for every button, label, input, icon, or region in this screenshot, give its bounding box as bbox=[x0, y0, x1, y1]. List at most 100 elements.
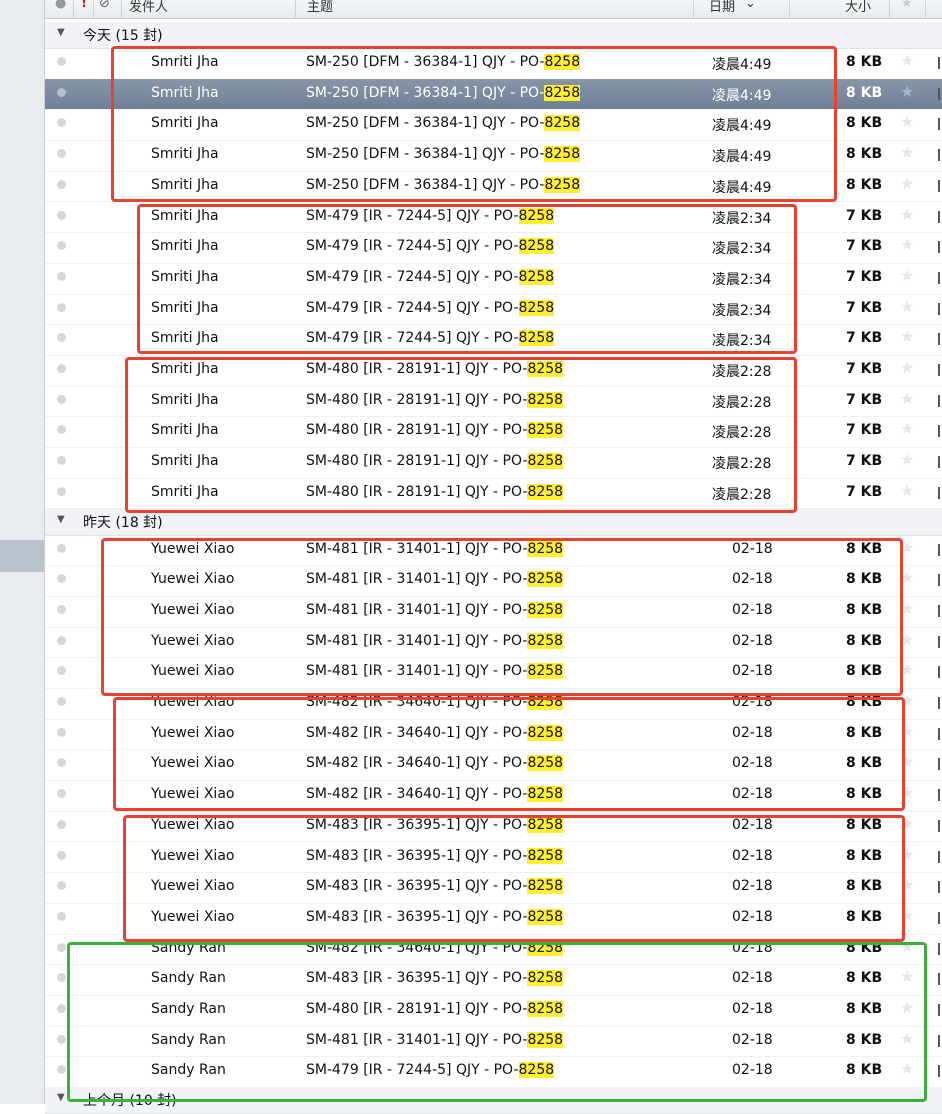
table-row[interactable]: Smriti Jha SM-250 [DFM - 36384-1] QJY - P… bbox=[45, 78, 942, 111]
unread-dot-icon[interactable] bbox=[57, 727, 66, 737]
table-row[interactable]: Sandy Ran SM-481 [IR - 31401-1] QJY - PO-… bbox=[45, 1026, 942, 1058]
star-icon[interactable]: ★ bbox=[900, 358, 914, 377]
unread-dot-icon[interactable] bbox=[57, 179, 66, 189]
unread-dot-icon[interactable] bbox=[57, 789, 66, 799]
unread-dot-icon[interactable] bbox=[57, 241, 66, 251]
table-row[interactable]: Yuewei Xiao SM-482 [IR - 34640-1] QJY - P… bbox=[45, 688, 942, 720]
read-status-column-icon[interactable]: ● bbox=[55, 0, 66, 11]
star-icon[interactable]: ★ bbox=[900, 845, 914, 864]
unread-dot-icon[interactable] bbox=[57, 210, 66, 220]
date-group-header[interactable]: ▼ 上个月 (10 封) bbox=[45, 1087, 942, 1114]
from-column-header[interactable]: 发件人 bbox=[129, 0, 168, 15]
unread-dot-icon[interactable] bbox=[57, 394, 66, 404]
table-row[interactable]: Yuewei Xiao SM-481 [IR - 31401-1] QJY - P… bbox=[45, 565, 942, 597]
table-row[interactable]: Yuewei Xiao SM-483 [IR - 36395-1] QJY - P… bbox=[45, 842, 942, 874]
star-icon[interactable]: ★ bbox=[900, 691, 914, 710]
star-column-icon[interactable]: ★ bbox=[901, 0, 913, 11]
table-row[interactable]: Smriti Jha SM-480 [IR - 28191-1] QJY - PO… bbox=[45, 386, 942, 418]
date-group-header[interactable]: ▼ 今天 (15 封) bbox=[45, 22, 942, 49]
star-icon[interactable]: ★ bbox=[900, 660, 914, 679]
table-row[interactable]: Smriti Jha SM-480 [IR - 28191-1] QJY - PO… bbox=[45, 416, 942, 449]
star-icon[interactable]: ★ bbox=[900, 875, 914, 894]
unread-dot-icon[interactable] bbox=[57, 850, 66, 860]
unread-dot-icon[interactable] bbox=[57, 364, 66, 373]
attachment-column-icon[interactable]: ⊘ bbox=[99, 0, 110, 11]
table-row[interactable]: Yuewei Xiao SM-482 [IR - 34640-1] QJY - P… bbox=[45, 719, 942, 751]
unread-dot-icon[interactable] bbox=[57, 87, 66, 97]
collapse-triangle-icon[interactable]: ▼ bbox=[57, 27, 65, 38]
table-row[interactable]: Smriti Jha SM-480 [IR - 28191-1] QJY - PO… bbox=[45, 355, 942, 387]
table-row[interactable]: Smriti Jha SM-479 [IR - 7244-5] QJY - PO-… bbox=[45, 232, 942, 264]
star-icon[interactable]: ★ bbox=[900, 297, 914, 316]
star-icon[interactable]: ★ bbox=[900, 205, 914, 224]
star-icon[interactable]: ★ bbox=[900, 1029, 914, 1048]
unread-dot-icon[interactable] bbox=[57, 604, 66, 614]
star-icon[interactable]: ★ bbox=[900, 752, 914, 771]
date-group-header[interactable]: ▼ 昨天 (18 封) bbox=[45, 508, 942, 536]
table-row[interactable]: Yuewei Xiao SM-481 [IR - 31401-1] QJY - P… bbox=[45, 535, 942, 567]
collapse-triangle-icon[interactable]: ▼ bbox=[57, 514, 65, 525]
star-icon[interactable]: ★ bbox=[900, 481, 914, 500]
star-icon[interactable]: ★ bbox=[900, 419, 914, 438]
unread-dot-icon[interactable] bbox=[57, 486, 66, 496]
star-icon[interactable]: ★ bbox=[900, 906, 914, 925]
table-row[interactable]: Smriti Jha SM-479 [IR - 7244-5] QJY - PO-… bbox=[45, 294, 942, 326]
table-row[interactable]: Smriti Jha SM-479 [IR - 7244-5] QJY - PO-… bbox=[45, 263, 942, 295]
star-icon[interactable]: ★ bbox=[900, 967, 914, 986]
star-icon[interactable]: ★ bbox=[900, 538, 914, 557]
unread-dot-icon[interactable] bbox=[57, 543, 66, 553]
star-icon[interactable]: ★ bbox=[900, 937, 914, 956]
table-row[interactable]: Smriti Jha SM-480 [IR - 28191-1] QJY - PO… bbox=[45, 447, 942, 479]
table-row[interactable]: Smriti Jha SM-480 [IR - 28191-1] QJY - PO… bbox=[45, 478, 942, 510]
table-row[interactable]: Smriti Jha SM-250 [DFM - 36384-1] QJY - P… bbox=[45, 171, 942, 203]
collapse-triangle-icon[interactable]: ▼ bbox=[57, 1092, 65, 1103]
priority-column-header[interactable]: ! bbox=[81, 0, 87, 11]
table-row[interactable]: Yuewei Xiao SM-482 [IR - 34640-1] QJY - P… bbox=[45, 749, 942, 782]
star-icon[interactable]: ★ bbox=[900, 51, 914, 70]
star-icon[interactable]: ★ bbox=[900, 174, 914, 193]
star-icon[interactable]: ★ bbox=[900, 82, 914, 101]
star-icon[interactable]: ★ bbox=[900, 112, 914, 131]
star-icon[interactable]: ★ bbox=[900, 327, 914, 346]
table-row[interactable]: Smriti Jha SM-250 [DFM - 36384-1] QJY - P… bbox=[45, 48, 942, 80]
star-icon[interactable]: ★ bbox=[900, 389, 914, 408]
table-row[interactable]: Smriti Jha SM-250 [DFM - 36384-1] QJY - P… bbox=[45, 140, 942, 172]
star-icon[interactable]: ★ bbox=[900, 568, 914, 587]
star-icon[interactable]: ★ bbox=[900, 450, 914, 469]
table-row[interactable]: Yuewei Xiao SM-482 [IR - 34640-1] QJY - P… bbox=[45, 780, 942, 812]
star-icon[interactable]: ★ bbox=[900, 599, 914, 618]
subject-column-header[interactable]: 主题 bbox=[307, 0, 333, 15]
unread-dot-icon[interactable] bbox=[57, 1065, 66, 1075]
table-row[interactable]: Yuewei Xiao SM-481 [IR - 31401-1] QJY - P… bbox=[45, 657, 942, 689]
star-icon[interactable]: ★ bbox=[900, 1059, 914, 1078]
unread-dot-icon[interactable] bbox=[57, 1034, 66, 1044]
star-icon[interactable]: ★ bbox=[900, 266, 914, 285]
table-row[interactable]: Smriti Jha SM-250 [DFM - 36384-1] QJY - P… bbox=[45, 109, 942, 142]
table-row[interactable]: Yuewei Xiao SM-481 [IR - 31401-1] QJY - P… bbox=[45, 627, 942, 659]
unread-dot-icon[interactable] bbox=[57, 456, 66, 466]
unread-dot-icon[interactable] bbox=[57, 819, 66, 829]
star-icon[interactable]: ★ bbox=[900, 814, 914, 833]
star-icon[interactable]: ★ bbox=[900, 722, 914, 741]
unread-dot-icon[interactable] bbox=[57, 973, 66, 983]
star-icon[interactable]: ★ bbox=[900, 630, 914, 649]
table-row[interactable]: Sandy Ran SM-482 [IR - 34640-1] QJY - PO-… bbox=[45, 934, 942, 966]
table-row[interactable]: Smriti Jha SM-479 [IR - 7244-5] QJY - PO-… bbox=[45, 324, 942, 356]
table-row[interactable]: Sandy Ran SM-483 [IR - 36395-1] QJY - PO-… bbox=[45, 964, 942, 996]
size-column-header[interactable]: 大小 bbox=[845, 0, 871, 15]
star-icon[interactable]: ★ bbox=[900, 998, 914, 1017]
table-row[interactable]: Smriti Jha SM-479 [IR - 7244-5] QJY - PO-… bbox=[45, 202, 942, 234]
unread-dot-icon[interactable] bbox=[57, 911, 66, 921]
unread-dot-icon[interactable] bbox=[57, 425, 66, 435]
unread-dot-icon[interactable] bbox=[57, 942, 66, 952]
table-row[interactable]: Yuewei Xiao SM-483 [IR - 36395-1] QJY - P… bbox=[45, 903, 942, 935]
unread-dot-icon[interactable] bbox=[57, 57, 66, 66]
unread-dot-icon[interactable] bbox=[57, 302, 66, 312]
table-row[interactable]: Yuewei Xiao SM-483 [IR - 36395-1] QJY - P… bbox=[45, 872, 942, 904]
table-row[interactable]: Sandy Ran SM-479 [IR - 7244-5] QJY - PO-8… bbox=[45, 1056, 942, 1089]
unread-dot-icon[interactable] bbox=[57, 1004, 66, 1013]
star-icon[interactable]: ★ bbox=[900, 143, 914, 162]
unread-dot-icon[interactable] bbox=[57, 758, 66, 768]
unread-dot-icon[interactable] bbox=[57, 118, 66, 128]
unread-dot-icon[interactable] bbox=[57, 881, 66, 891]
